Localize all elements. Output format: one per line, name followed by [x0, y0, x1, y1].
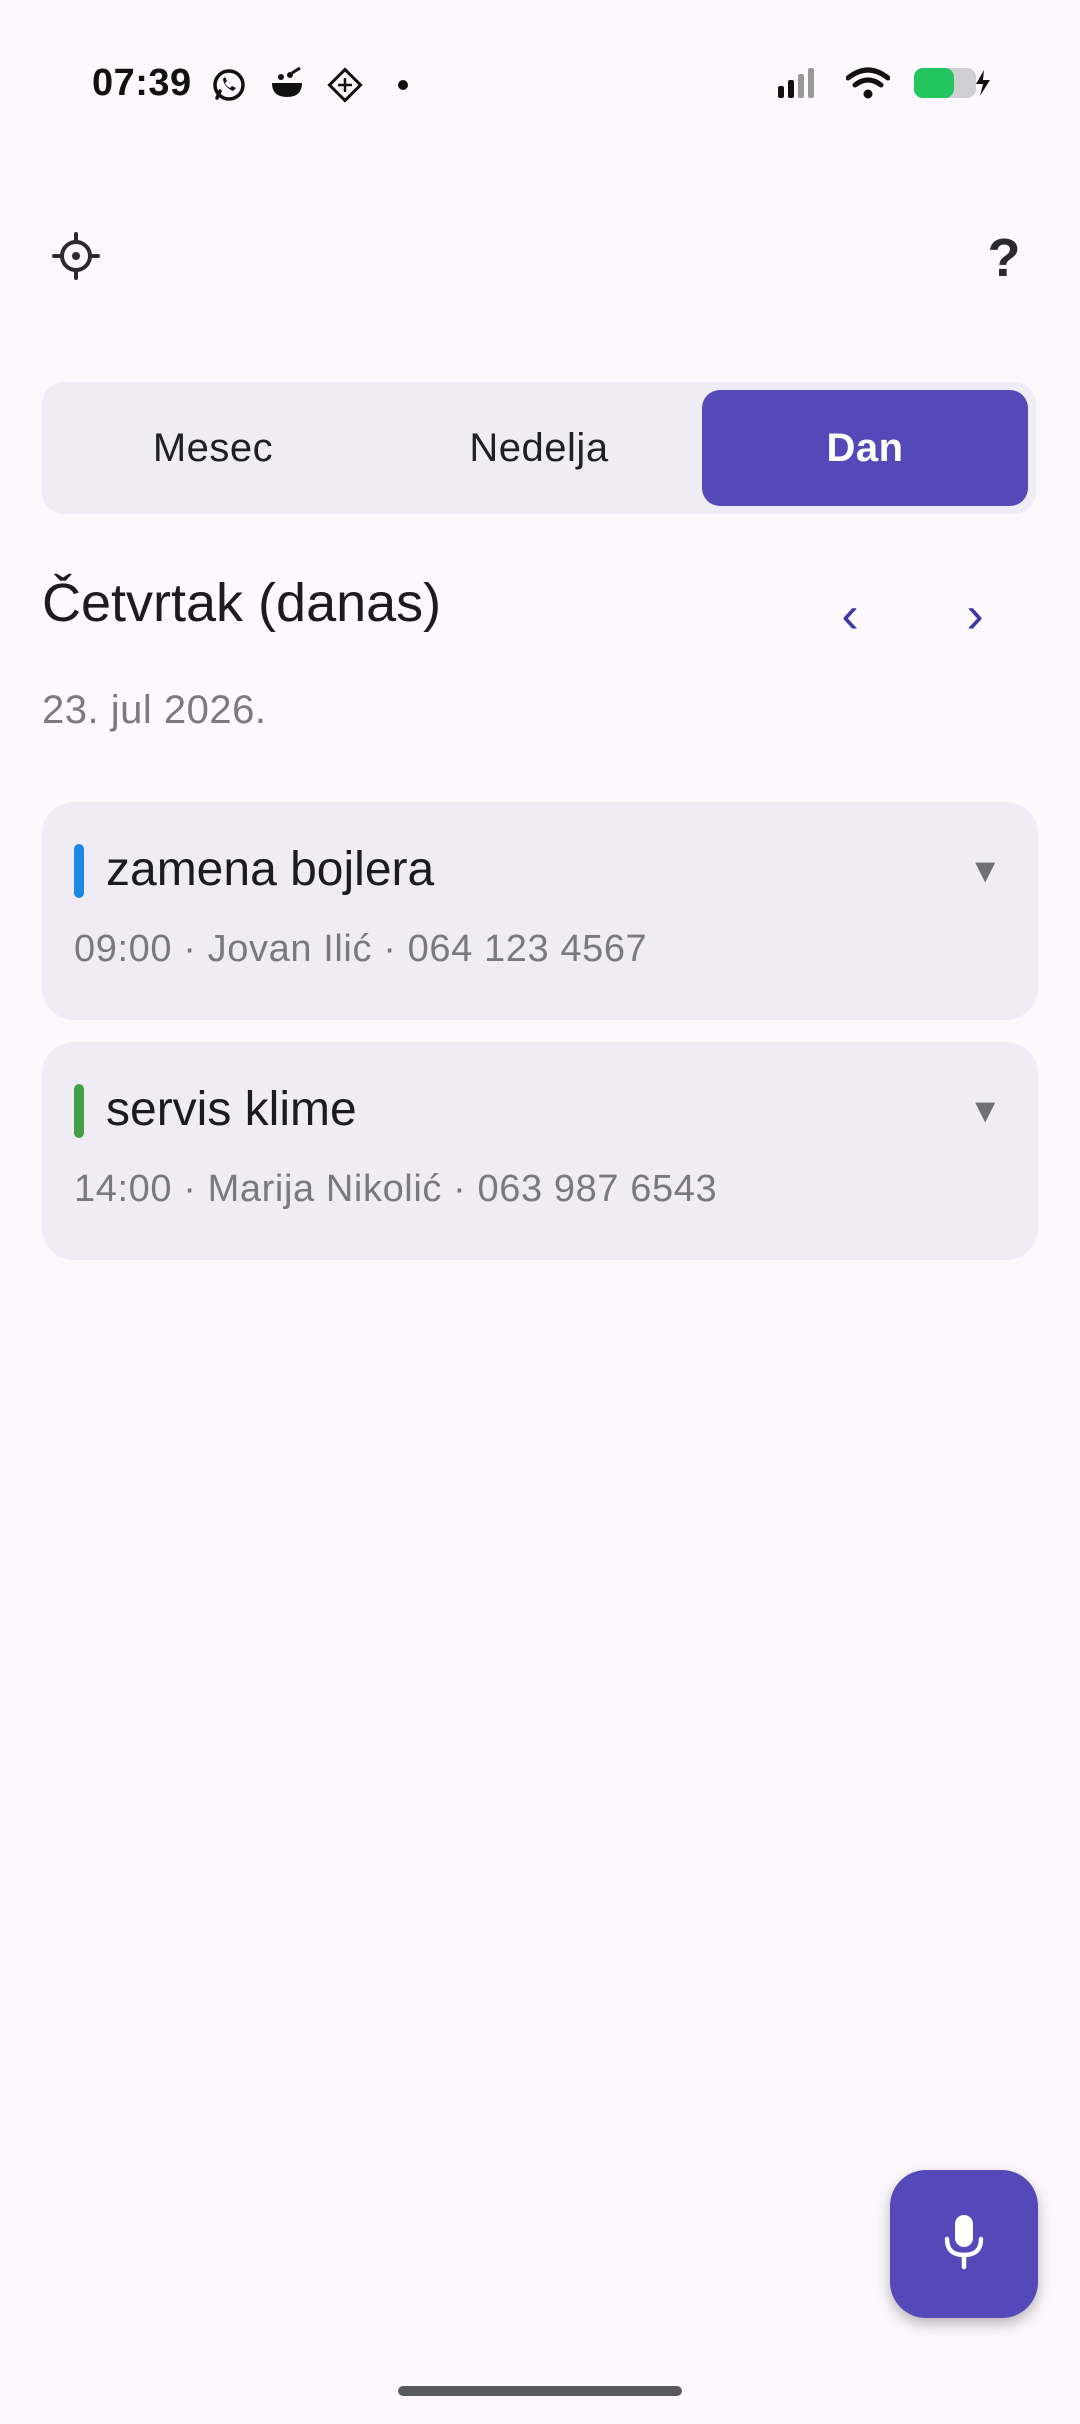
tab-day[interactable]: Dan	[702, 390, 1028, 506]
event-title: servis klime	[106, 1083, 357, 1136]
notification-icons	[210, 66, 422, 104]
event-color-bar	[74, 1084, 84, 1138]
gear-icon	[50, 230, 102, 287]
bowl-icon	[268, 66, 306, 104]
status-time: 07:39	[92, 62, 192, 104]
home-indicator[interactable]	[398, 2386, 682, 2396]
day-date: 23. jul 2026.	[42, 688, 267, 732]
event-details: 14:00 · Marija Nikolić · 063 987 6543	[74, 1168, 718, 1210]
expand-chevron-icon[interactable]: ▼	[968, 1092, 1002, 1131]
help-button[interactable]: ?	[968, 222, 1040, 294]
tab-week[interactable]: Nedelja	[376, 390, 702, 506]
microphone-icon	[942, 2213, 986, 2276]
event-details: 09:00 · Jovan Ilić · 064 123 4567	[74, 928, 648, 970]
status-bar: 07:39	[0, 0, 1080, 176]
voice-input-button[interactable]	[890, 2170, 1038, 2318]
event-card[interactable]: zamena bojlera 09:00 · Jovan Ilić · 064 …	[42, 802, 1038, 1020]
event-color-bar	[74, 844, 84, 898]
system-icons	[776, 66, 994, 105]
day-title: Četvrtak (danas)	[42, 573, 442, 633]
battery-charging-icon	[912, 66, 994, 105]
expand-chevron-icon[interactable]: ▼	[968, 852, 1002, 891]
settings-button[interactable]	[40, 222, 112, 294]
next-day-button[interactable]: ›	[940, 580, 1010, 650]
previous-day-button[interactable]: ‹	[815, 580, 885, 650]
event-title: zamena bojlera	[106, 843, 435, 896]
signal-icon	[776, 66, 824, 105]
diamond-grid-icon	[326, 66, 364, 104]
view-switcher: Mesec Nedelja Dan	[42, 382, 1036, 514]
dot-icon	[384, 66, 422, 104]
whatsapp-icon	[210, 66, 248, 104]
event-card[interactable]: servis klime 14:00 · Marija Nikolić · 06…	[42, 1042, 1038, 1260]
tab-month[interactable]: Mesec	[50, 390, 376, 506]
wifi-icon	[845, 66, 891, 105]
